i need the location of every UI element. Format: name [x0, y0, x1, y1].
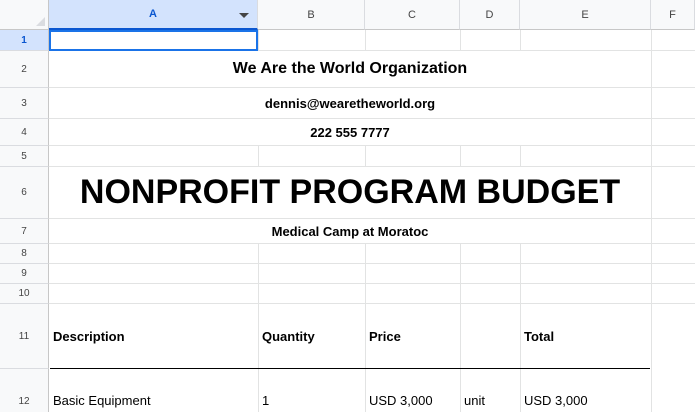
row-label: 2: [21, 63, 27, 75]
row-header-10[interactable]: 10: [0, 284, 49, 304]
column-header-d[interactable]: D: [460, 0, 520, 30]
header-description-cell[interactable]: Description: [49, 304, 258, 368]
row-label: 5: [21, 150, 27, 162]
item-price-cell[interactable]: USD 3,000: [365, 389, 460, 411]
org-name: We Are the World Organization: [232, 60, 468, 77]
row-header-7[interactable]: 7: [0, 219, 49, 244]
item-unit-cell[interactable]: unit: [460, 389, 520, 411]
item-total: USD 3,000: [524, 392, 588, 408]
org-email-cell[interactable]: dennis@wearetheworld.org: [50, 88, 650, 118]
item-quantity: 1: [262, 392, 270, 408]
selected-cell-a1[interactable]: [49, 30, 258, 51]
column-label: D: [485, 8, 494, 21]
header-total-cell[interactable]: Total: [520, 304, 651, 368]
row-label: 9: [21, 268, 27, 279]
row-header-8[interactable]: 8: [0, 244, 49, 264]
column-label: E: [581, 8, 589, 21]
item-description: Basic Equipment: [53, 392, 151, 408]
org-email: dennis@wearetheworld.org: [264, 95, 436, 111]
gridline: [49, 145, 695, 146]
row-label: 4: [21, 126, 27, 138]
header-price-cell[interactable]: Price: [365, 304, 460, 368]
budget-title-cell[interactable]: NONPROFIT PROGRAM BUDGET: [50, 167, 650, 218]
header-bottom-border: [50, 368, 650, 369]
column-title-total: Total: [524, 328, 555, 344]
row-header-6[interactable]: 6: [0, 167, 49, 219]
org-phone-cell[interactable]: 222 555 7777: [50, 119, 650, 145]
row-label: 7: [21, 225, 27, 237]
column-header-c[interactable]: C: [365, 0, 460, 30]
gridline: [49, 283, 695, 284]
row-label: 11: [18, 330, 30, 342]
column-title-quantity: Quantity: [262, 328, 315, 344]
column-title-description: Description: [53, 328, 125, 344]
item-unit: unit: [464, 392, 485, 408]
row-header-5[interactable]: 5: [0, 146, 49, 167]
column-label: A: [149, 8, 157, 20]
column-header-a[interactable]: A: [49, 0, 258, 30]
org-name-cell[interactable]: We Are the World Organization: [50, 51, 650, 87]
row-label: 10: [18, 288, 30, 299]
item-quantity-cell[interactable]: 1: [258, 389, 365, 411]
program-subtitle: Medical Camp at Moratoc: [271, 223, 429, 239]
row-header-9[interactable]: 9: [0, 264, 49, 284]
item-description-cell[interactable]: Basic Equipment: [49, 389, 258, 411]
row-label: 6: [21, 187, 27, 198]
row-header-1[interactable]: 1: [0, 30, 49, 51]
item-price: USD 3,000: [369, 392, 433, 408]
page-title: NONPROFIT PROGRAM BUDGET: [79, 173, 621, 211]
row-label: 12: [18, 396, 30, 407]
chevron-down-icon[interactable]: [239, 13, 249, 18]
row-label: 1: [21, 34, 27, 46]
select-all-corner[interactable]: [0, 0, 49, 30]
item-total-cell[interactable]: USD 3,000: [520, 389, 651, 411]
row-header-11[interactable]: 11: [0, 304, 49, 369]
row-header-12[interactable]: 12: [0, 369, 49, 412]
header-quantity-cell[interactable]: Quantity: [258, 304, 365, 368]
org-phone: 222 555 7777: [310, 124, 390, 140]
program-subtitle-cell[interactable]: Medical Camp at Moratoc: [50, 219, 650, 243]
column-label: B: [307, 8, 315, 21]
column-header-e[interactable]: E: [520, 0, 651, 30]
column-label: F: [669, 8, 676, 21]
gridline: [49, 263, 695, 264]
gridline: [49, 243, 695, 244]
row-header-2[interactable]: 2: [0, 51, 49, 88]
column-header-b[interactable]: B: [258, 0, 365, 30]
row-label: 8: [21, 248, 27, 259]
column-header-f[interactable]: F: [651, 0, 695, 30]
row-label: 3: [21, 97, 27, 109]
row-header-4[interactable]: 4: [0, 119, 49, 146]
row-header-3[interactable]: 3: [0, 88, 49, 119]
column-title-price: Price: [369, 328, 401, 344]
column-label: C: [408, 8, 416, 21]
